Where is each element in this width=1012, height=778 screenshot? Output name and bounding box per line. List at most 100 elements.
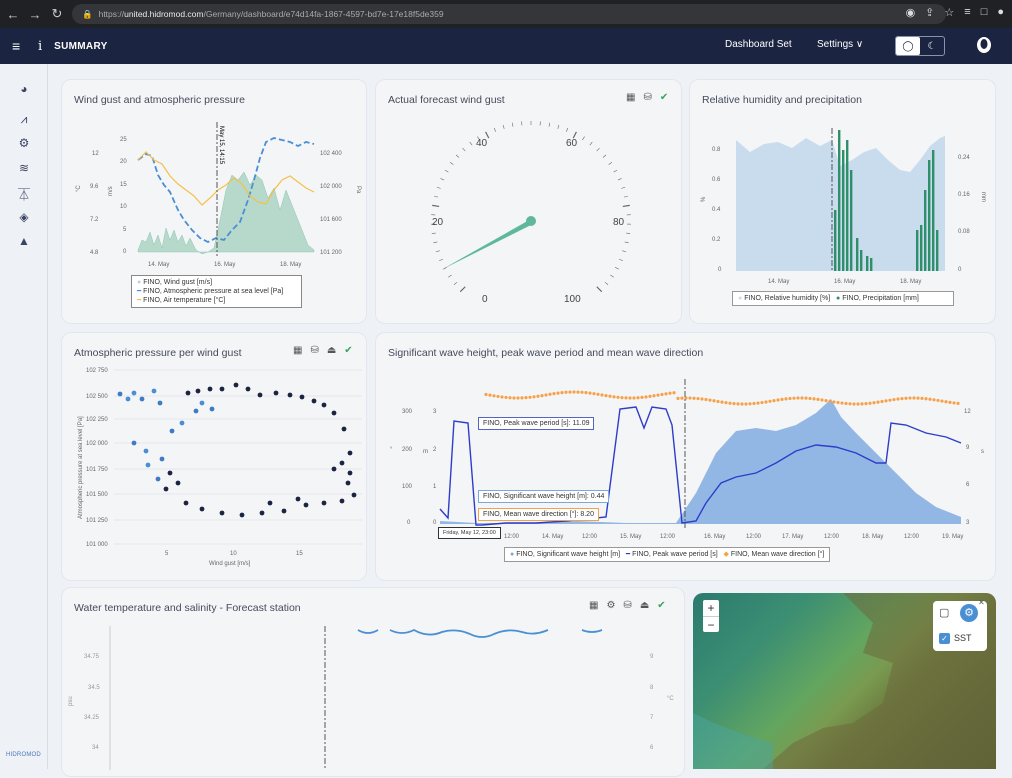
- gauge-tick-mark: [436, 251, 440, 252]
- legend-item[interactable]: ● FINO, Relative humidity [%]: [738, 295, 830, 302]
- scatter-point: [348, 451, 353, 456]
- map-icon[interactable]: ▢: [939, 606, 949, 619]
- gauge-tick: 60: [566, 138, 578, 149]
- light-mode-icon[interactable]: ◯: [896, 37, 920, 55]
- gauge-tick-mark: [597, 287, 602, 292]
- precip-bar: [866, 256, 868, 271]
- y1-tick: 34.25: [84, 715, 100, 721]
- waves-chart[interactable]: 300 200 100 0 3 2 1 0 12 9 6 3 ° m s 12:…: [376, 333, 997, 582]
- y3-tick: 7.2: [90, 217, 99, 223]
- gauge-tick-mark: [454, 282, 457, 285]
- y-h-tick: 2: [433, 447, 437, 453]
- chart-area-icon[interactable]: ⩘: [17, 112, 31, 126]
- y2-tick: 0: [958, 267, 962, 273]
- legend-item[interactable]: ● FINO, Significant wave height [m]: [510, 551, 620, 558]
- y2-tick: 101 600: [320, 217, 342, 223]
- gauge-tick-mark: [558, 125, 559, 129]
- gauge-tick-mark: [433, 242, 437, 243]
- gears-icon[interactable]: ⚙: [17, 136, 31, 150]
- legend-item[interactable]: ━ FINO, Atmospheric pressure at sea leve…: [137, 287, 296, 296]
- gauge-chart[interactable]: 0 20 40 60 80 100: [376, 80, 683, 325]
- direction-point: [860, 402, 863, 405]
- direction-point: [504, 396, 507, 399]
- menu-list-icon[interactable]: ≡: [964, 6, 970, 19]
- layers-icon[interactable]: ◈: [17, 210, 31, 224]
- direction-point: [528, 396, 531, 399]
- direction-point: [868, 402, 871, 405]
- direction-point: [804, 397, 807, 400]
- address-bar[interactable]: 🔒 https://united.hidromod.com/Germany/da…: [72, 4, 946, 24]
- back-icon[interactable]: ←: [6, 7, 20, 22]
- gauge-tick: 40: [476, 138, 488, 149]
- sst-checkbox[interactable]: ✓: [939, 633, 950, 644]
- gauge-tick-mark: [439, 259, 443, 261]
- gauge-tick-mark: [615, 267, 619, 269]
- water-chart[interactable]: 34.75 34.5 34.25 34 9 8 7 6 psu °C: [62, 588, 686, 778]
- gauge-tick: 100: [564, 294, 581, 305]
- scatter-point: [234, 383, 239, 388]
- direction-point: [496, 395, 499, 398]
- y1-tick: 34: [92, 745, 99, 751]
- theme-toggle[interactable]: ◯ ☾: [895, 36, 945, 56]
- page-title: SUMMARY: [54, 41, 107, 52]
- gauge-tick-mark: [609, 162, 612, 164]
- extension-icon[interactable]: ◉: [906, 6, 916, 19]
- y1-unit: m/s: [108, 186, 114, 196]
- info-icon[interactable]: i: [38, 39, 42, 54]
- scatter-point: [164, 487, 169, 492]
- direction-point: [484, 393, 487, 396]
- direction-point: [492, 394, 495, 397]
- zoom-in-button[interactable]: +: [703, 600, 719, 617]
- gauge-tick-mark: [450, 162, 453, 164]
- globe-icon[interactable]: ◕: [17, 82, 31, 96]
- buoy-icon[interactable]: ⏄: [17, 186, 31, 200]
- direction-point: [616, 396, 619, 399]
- legend-item[interactable]: ● FINO, Precipitation [mm]: [836, 295, 919, 302]
- window-icon[interactable]: □: [981, 6, 988, 19]
- direction-point: [516, 396, 519, 399]
- direction-point: [624, 396, 627, 399]
- share-icon[interactable]: ⇪: [925, 6, 934, 19]
- y2-tick: 8: [650, 685, 654, 691]
- profile-icon[interactable]: ●: [997, 6, 1004, 19]
- gauge-tick-mark: [614, 170, 617, 172]
- legend-item[interactable]: ━ FINO, Peak wave period [s]: [626, 551, 718, 558]
- humidity-chart[interactable]: 0.8 0.6 0.4 0.2 0 0.24 0.16 0.08 0 % mm …: [690, 80, 997, 325]
- reload-icon[interactable]: ↻: [50, 6, 64, 22]
- settings-gear-icon[interactable]: ⚙: [960, 604, 978, 622]
- map-layer-control: ▢ ⚙ ✕ ✓ SST: [933, 601, 987, 651]
- direction-point: [500, 395, 503, 398]
- scatter-point: [132, 441, 137, 446]
- y2-tick: 6: [650, 745, 654, 751]
- star-icon[interactable]: ☆: [944, 6, 954, 19]
- dashboard-set-link[interactable]: Dashboard Set: [725, 39, 792, 50]
- user-avatar-icon[interactable]: [976, 37, 992, 55]
- scatter-point: [274, 391, 279, 396]
- hamburger-icon[interactable]: ≡: [12, 38, 26, 54]
- close-icon[interactable]: ✕: [978, 598, 985, 607]
- y2-tick: 102 000: [320, 184, 342, 190]
- legend-item[interactable]: ◆ FINO, Mean wave direction [°]: [724, 551, 825, 558]
- legend-item[interactable]: ● FINO, Wind gust [m/s]: [137, 278, 296, 287]
- card-gauge: Actual forecast wind gust ▦⛁✔ 0 20 40 60…: [375, 79, 682, 324]
- direction-point: [544, 393, 547, 396]
- mountain-icon[interactable]: ▲: [17, 234, 31, 248]
- url-path: /Germany/dashboard/e74d14fa-1867-4597-bd…: [204, 9, 444, 19]
- zoom-out-button[interactable]: −: [703, 617, 719, 633]
- y2-tick: 102 400: [320, 151, 342, 157]
- direction-point: [908, 396, 911, 399]
- scatter-point: [332, 411, 337, 416]
- direction-point: [892, 398, 895, 401]
- scatter-point: [170, 429, 175, 434]
- waves-icon[interactable]: ≋: [17, 161, 31, 175]
- direction-point: [832, 400, 835, 403]
- dark-mode-icon[interactable]: ☾: [920, 37, 944, 55]
- x-tick: 12:00: [824, 534, 840, 540]
- gauge-tick-mark: [625, 242, 629, 243]
- gauge-tick-mark: [626, 233, 630, 234]
- legend-item[interactable]: ━ FINO, Air temperature [°C]: [137, 296, 296, 305]
- forward-icon[interactable]: →: [28, 7, 42, 22]
- settings-menu[interactable]: Settings ∨: [817, 39, 863, 50]
- direction-point: [852, 402, 855, 405]
- scatter-chart[interactable]: 102 750 102 500 102 250 102 000 101 750 …: [62, 333, 368, 582]
